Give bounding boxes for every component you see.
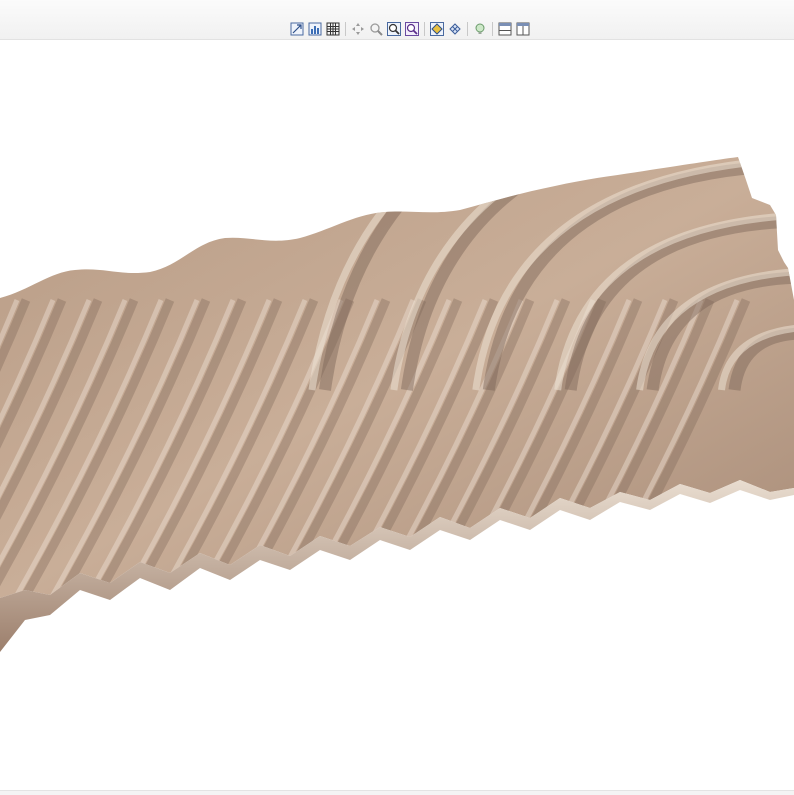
zoom-out-button[interactable] — [404, 21, 420, 37]
3d-viewport[interactable] — [0, 40, 794, 790]
rotate-button[interactable] — [350, 21, 366, 37]
shade-icon — [430, 22, 444, 36]
surface-render — [0, 157, 794, 652]
toolbar-separator — [467, 22, 468, 36]
toolbar-button-group — [289, 20, 533, 38]
layout-vertical-icon — [516, 22, 530, 36]
status-bar — [0, 790, 794, 795]
mesh-button[interactable] — [447, 21, 463, 37]
rotate-icon — [352, 23, 364, 35]
view-toolbar — [0, 0, 794, 40]
lighting-button[interactable] — [472, 21, 488, 37]
zoom-in-button[interactable] — [386, 21, 402, 37]
layout-horizontal-icon — [498, 22, 512, 36]
zoom-out-icon — [405, 22, 419, 36]
mesh-icon — [449, 23, 461, 35]
shade-button[interactable] — [429, 21, 445, 37]
toolbar-separator — [345, 22, 346, 36]
view-chart-icon — [308, 22, 322, 36]
view-chart-button[interactable] — [307, 21, 323, 37]
zoom-in-icon — [387, 22, 401, 36]
toolbar-separator — [492, 22, 493, 36]
grid-button[interactable] — [325, 21, 341, 37]
zoom-button[interactable] — [368, 21, 384, 37]
zoom-icon — [370, 23, 383, 36]
view-fit-button[interactable] — [289, 21, 305, 37]
grid-icon — [326, 22, 340, 36]
lighting-icon — [475, 23, 485, 34]
toolbar-separator — [424, 22, 425, 36]
layout-horizontal-button[interactable] — [497, 21, 513, 37]
view-fit-icon — [290, 22, 304, 36]
layout-vertical-button[interactable] — [515, 21, 531, 37]
